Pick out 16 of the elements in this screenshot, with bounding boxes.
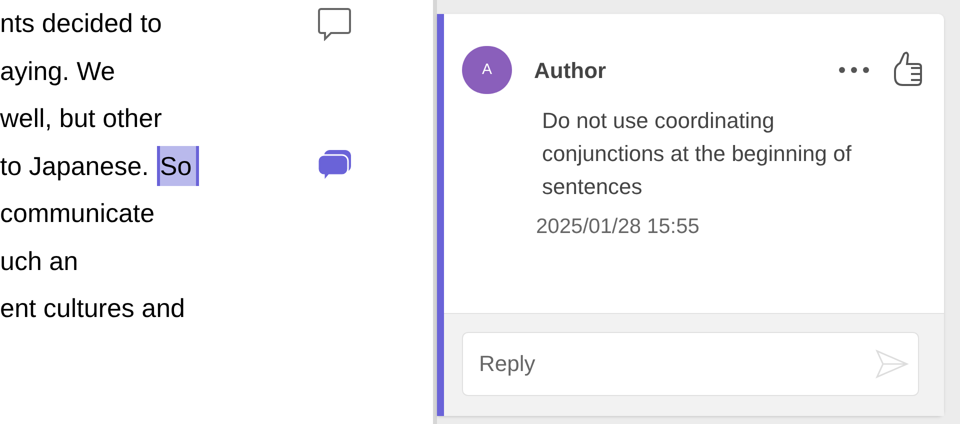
document-text: ent cultures and [0,292,186,326]
document-text: communicate [0,197,155,230]
author-name: Author [534,56,606,84]
comment-date: 2025/01/28 15:55 [536,214,700,240]
more-options-icon[interactable] [838,66,870,74]
document-text: well, but other [0,102,162,136]
document-text: nts decided to [0,7,162,40]
document-text: to Japanese. [0,150,149,183]
document-text: aying. We [0,54,116,88]
comment-text: Do not use coordinating conjunctions at the beginning of sentences [542,107,852,201]
thumbs-up-icon[interactable] [892,51,924,89]
avatar: A [462,46,512,94]
document-text: uch an [0,244,78,278]
highlighted-text: So [156,146,199,186]
comment-icon[interactable] [317,6,352,41]
reply-field[interactable]: Reply [462,332,919,396]
